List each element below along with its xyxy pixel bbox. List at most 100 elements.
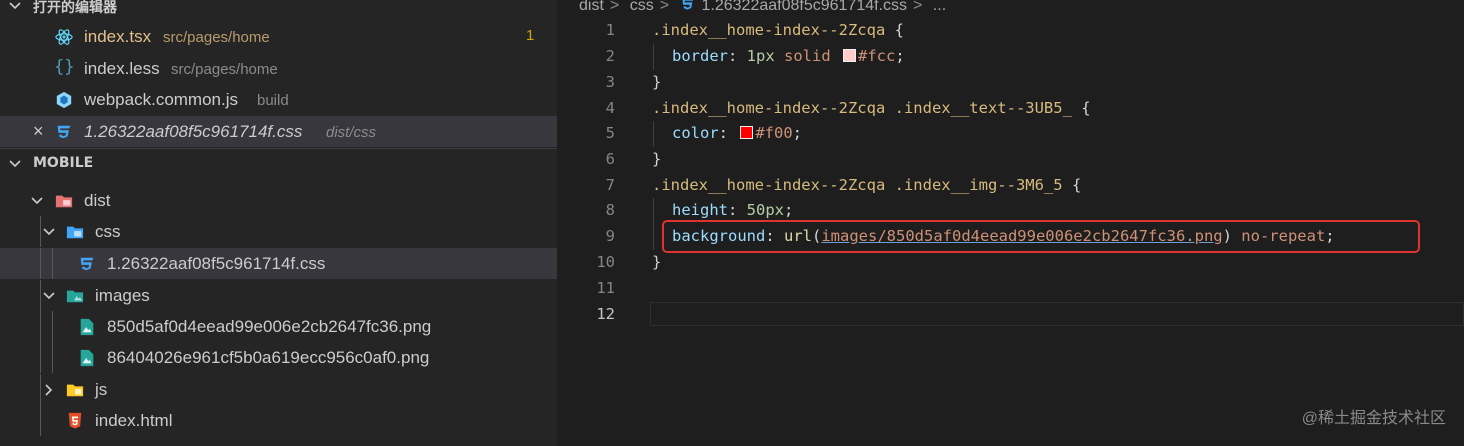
indent-guide: [52, 311, 53, 342]
watermark: @稀土掘金技术社区: [1301, 410, 1446, 427]
indent-guide: [52, 248, 53, 279]
code-line[interactable]: 11: [557, 276, 1464, 302]
indent-guide: [40, 374, 41, 405]
line-number: 3: [605, 73, 615, 91]
close-icon[interactable]: ×: [33, 121, 44, 142]
file-name: 1.26322aaf08f5c961714f.css: [107, 254, 326, 273]
file-name: 850d5af0d4eead99e006e2cb2647fc36.png: [107, 317, 432, 336]
open-editor-index-less[interactable]: {} index.less src/pages/home: [0, 53, 557, 84]
chevron-right-icon: >: [659, 0, 670, 14]
open-editors-header[interactable]: 打开的编辑器: [0, 0, 557, 22]
file-name: index.tsx: [84, 27, 152, 46]
tree-file-css[interactable]: 1.26322aaf08f5c961714f.css: [0, 248, 557, 279]
cube-icon: [56, 91, 72, 109]
tree-folder-css[interactable]: css: [0, 216, 557, 247]
open-editor-css-file[interactable]: × 1.26322aaf08f5c961714f.css dist/css: [0, 116, 557, 147]
code-text: }: [652, 150, 662, 168]
code-text: color: #f00;: [672, 124, 803, 142]
chevron-down-icon: [31, 197, 43, 205]
line-number: 9: [605, 227, 615, 245]
line-number: 6: [605, 150, 615, 168]
file-name: index.html: [95, 411, 173, 430]
code-line[interactable]: 12: [557, 302, 1464, 328]
code-line[interactable]: 4 .index__home-index--2Zcqa .index__text…: [557, 96, 1464, 122]
project-title: MOBILE: [33, 155, 94, 171]
code-editor[interactable]: dist > css > 1.26322aaf08f5c961714f.css > .…: [557, 0, 1464, 446]
folder-name: js: [95, 380, 108, 399]
line-number: 8: [605, 201, 615, 219]
breadcrumb-item[interactable]: css: [630, 0, 654, 14]
folder-dist-icon: [55, 195, 73, 208]
code-text: }: [652, 73, 662, 91]
problem-count-badge: 1: [526, 27, 535, 44]
open-editor-index-tsx[interactable]: index.tsx src/pages/home 1: [0, 21, 557, 52]
tree-file-png[interactable]: 850d5af0d4eead99e006e2cb2647fc36.png: [0, 311, 557, 342]
code-line[interactable]: 10 }: [557, 250, 1464, 276]
project-header[interactable]: MOBILE: [0, 148, 557, 179]
react-icon: [55, 29, 73, 45]
folder-name: css: [95, 222, 121, 241]
line-number: 2: [605, 47, 615, 65]
chevron-right-icon: >: [609, 0, 620, 14]
chevron-right-icon: >: [913, 0, 923, 14]
folder-name: images: [95, 286, 150, 305]
file-path: src/pages/home: [163, 29, 270, 46]
css-icon: [80, 257, 94, 271]
code-text: .index__home-index--2Zcqa .index__text--…: [652, 99, 1091, 117]
color-swatch[interactable]: [843, 49, 856, 62]
code-line[interactable]: 5 color: #f00;: [557, 121, 1464, 147]
line-number: 1: [605, 21, 615, 39]
breadcrumb-item[interactable]: dist: [579, 0, 604, 14]
annotation-highlight-box: [662, 220, 1420, 253]
code-line[interactable]: 1 .index__home-index--2Zcqa {: [557, 18, 1464, 44]
chevron-down-icon: [43, 228, 55, 236]
line-number: 4: [605, 99, 615, 117]
code-line[interactable]: 6 }: [557, 147, 1464, 173]
code-line[interactable]: 2 border: 1px solid #fcc;: [557, 44, 1464, 70]
line-number: 5: [605, 124, 615, 142]
file-name: 1.26322aaf08f5c961714f.css: [84, 122, 303, 141]
tree-folder-js[interactable]: js: [0, 374, 557, 405]
image-icon: [80, 318, 94, 336]
explorer-sidebar: 打开的编辑器 index.tsx src/pages/home 1 {} ind…: [0, 0, 557, 446]
chevron-down-icon: [43, 292, 55, 300]
indent-guide: [40, 405, 41, 436]
tree-file-png[interactable]: 86404026e961cf5b0a619ecc956c0af0.png: [0, 342, 557, 373]
open-editors-title: 打开的编辑器: [33, 0, 117, 16]
chevron-right-icon: [45, 384, 53, 396]
line-number: 11: [596, 279, 615, 297]
file-name: webpack.common.js: [84, 90, 239, 109]
open-editor-webpack-common[interactable]: webpack.common.js build: [0, 84, 557, 115]
css-icon: [57, 125, 71, 139]
chevron-down-icon: [8, 0, 22, 17]
folder-js-icon: [66, 384, 84, 397]
folder-css-icon: [66, 226, 84, 239]
tree-folder-images[interactable]: images: [0, 280, 557, 311]
braces-icon: {}: [54, 57, 75, 77]
breadcrumb-item[interactable]: 1.26322aaf08f5c961714f.css: [702, 0, 908, 14]
code-text: .index__home-index--2Zcqa {: [652, 21, 904, 39]
file-path: build: [257, 92, 289, 109]
chevron-down-icon: [8, 157, 22, 175]
file-path: dist/css: [326, 124, 377, 141]
color-swatch[interactable]: [740, 126, 754, 139]
tree-folder-dist[interactable]: dist: [0, 185, 557, 216]
css-icon: [682, 0, 693, 10]
line-number: 10: [596, 253, 615, 271]
indent-guide: [52, 342, 53, 373]
indent-guide: [40, 342, 41, 373]
code-text: }: [652, 253, 662, 271]
file-name: index.less: [84, 59, 160, 78]
image-icon: [80, 349, 94, 367]
breadcrumb-item[interactable]: ...: [933, 0, 946, 14]
code-line[interactable]: 3 }: [557, 70, 1464, 96]
tree-file-html[interactable]: index.html: [0, 405, 557, 436]
indent-guide: [40, 280, 41, 311]
code-text: border: 1px solid #fcc;: [672, 47, 905, 65]
indent-guide: [40, 248, 41, 279]
line-number: 12: [596, 305, 615, 323]
code-text: height: 50px;: [672, 201, 794, 219]
line-number: 7: [605, 176, 615, 194]
code-text: .index__home-index--2Zcqa .index__img--3…: [652, 176, 1082, 194]
code-line[interactable]: 7 .index__home-index--2Zcqa .index__img-…: [557, 173, 1464, 199]
